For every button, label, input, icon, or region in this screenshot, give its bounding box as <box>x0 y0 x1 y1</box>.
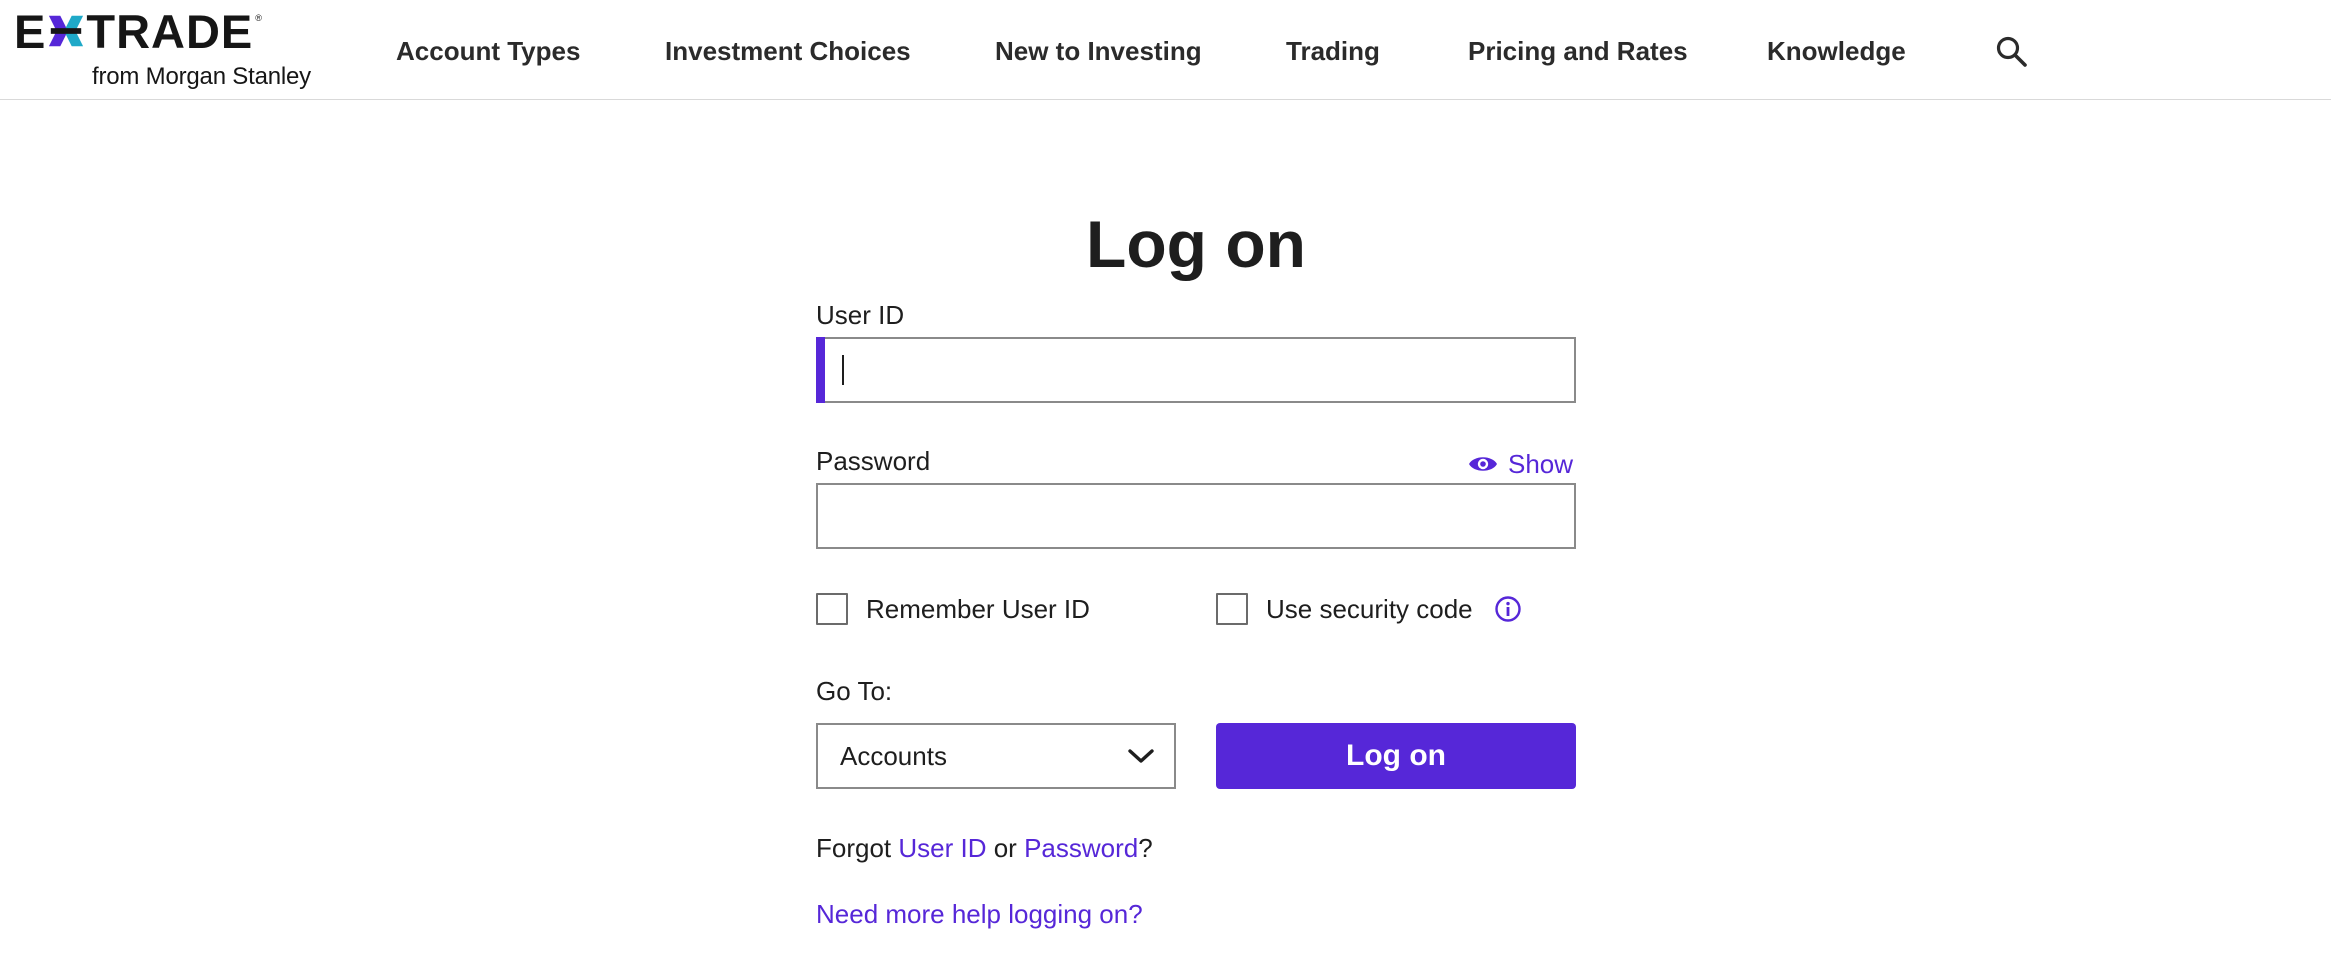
nav-new-to-investing[interactable]: New to Investing <box>995 36 1202 66</box>
remember-user-id-checkbox[interactable] <box>816 593 848 625</box>
nav-investment-choices[interactable]: Investment Choices <box>665 36 911 66</box>
logo-letter-e: E <box>14 4 47 58</box>
forgot-credentials-line: Forgot User ID or Password? <box>816 832 1153 864</box>
logo-wordmark: E TRADE ® <box>14 4 263 58</box>
eye-icon <box>1469 457 1497 471</box>
logo-letters-trade: TRADE <box>86 4 254 58</box>
search-icon <box>1996 36 2027 67</box>
nav-pricing-and-rates[interactable]: Pricing and Rates <box>1468 36 1688 66</box>
nav-knowledge[interactable]: Knowledge <box>1767 36 1906 66</box>
show-label: Show <box>1508 448 1574 479</box>
security-code-checkbox[interactable] <box>1216 593 1248 625</box>
info-icon <box>1495 596 1521 622</box>
goto-label: Go To: <box>816 676 893 706</box>
remember-user-id-option[interactable]: Remember User ID <box>816 593 1090 625</box>
nav-account-types[interactable]: Account Types <box>396 36 580 66</box>
site-header: E TRADE ® from Morgan Stanley Account Ty… <box>0 0 2331 100</box>
logo-subtitle: from Morgan Stanley <box>92 63 311 90</box>
user-id-label: User ID <box>816 300 905 330</box>
chevron-down-icon <box>1128 749 1154 763</box>
password-input[interactable] <box>816 483 1576 549</box>
log-on-button[interactable]: Log on <box>1216 723 1576 789</box>
security-code-option[interactable]: Use security code <box>1216 593 1473 625</box>
goto-selected-value: Accounts <box>840 740 947 771</box>
password-label: Password <box>816 446 931 476</box>
security-code-label: Use security code <box>1266 594 1473 624</box>
remember-user-id-label: Remember User ID <box>866 594 1090 624</box>
forgot-user-id-link[interactable]: User ID <box>898 833 986 863</box>
goto-select[interactable]: Accounts <box>816 723 1176 789</box>
input-focus-indicator <box>816 337 825 403</box>
text-cursor <box>842 355 844 385</box>
page-title: Log on <box>1086 207 1306 281</box>
search-button[interactable] <box>1994 34 2030 70</box>
forgot-suffix: ? <box>1138 833 1153 863</box>
forgot-password-link[interactable]: Password <box>1024 833 1138 863</box>
user-id-input[interactable] <box>816 337 1576 403</box>
login-help-link[interactable]: Need more help logging on? <box>816 898 1143 930</box>
forgot-or: or <box>986 833 1025 863</box>
show-password-toggle[interactable]: Show <box>1468 448 1573 480</box>
registered-mark: ® <box>255 13 263 23</box>
nav-trading[interactable]: Trading <box>1286 36 1380 66</box>
security-code-info-button[interactable] <box>1494 595 1522 623</box>
etrade-x-mark-icon <box>49 15 84 47</box>
etrade-logo[interactable]: E TRADE ® from Morgan Stanley <box>14 8 324 92</box>
forgot-prefix: Forgot <box>816 833 899 863</box>
